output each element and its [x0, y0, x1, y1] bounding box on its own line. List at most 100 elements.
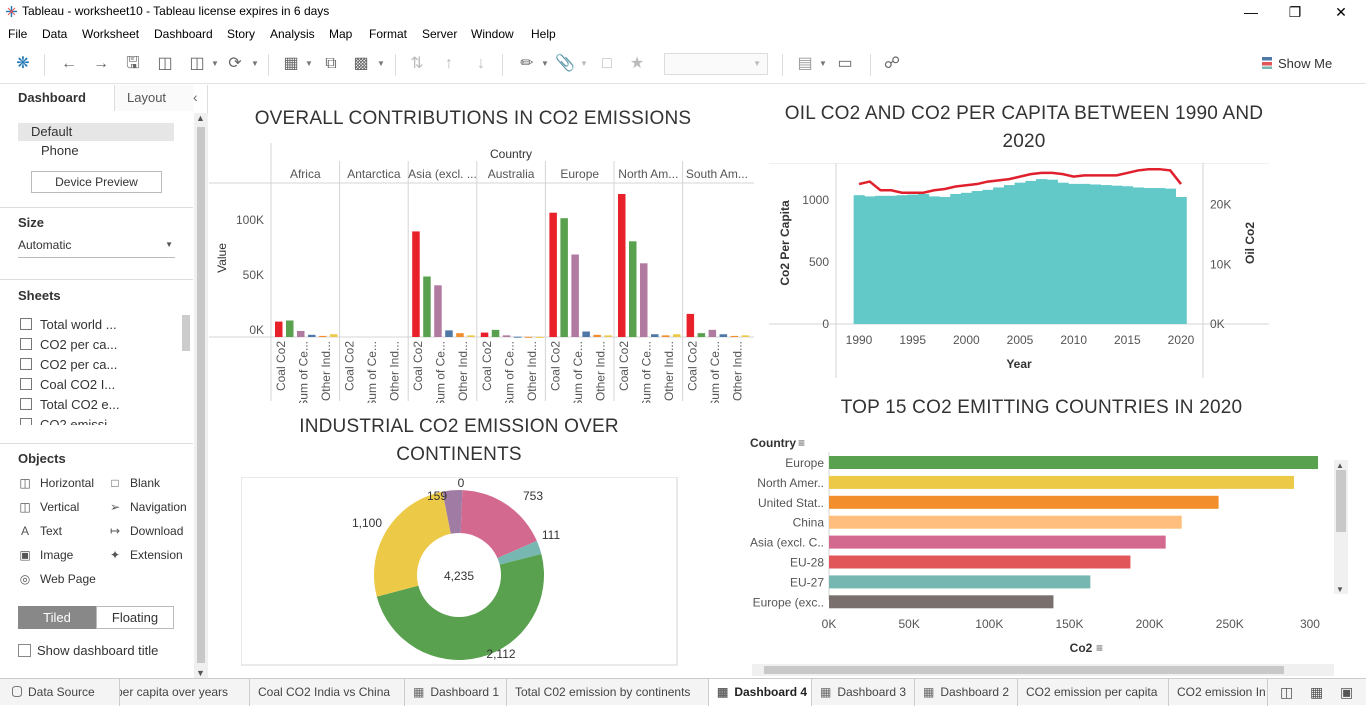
new-worksheet-icon[interactable]: ▦	[280, 54, 302, 74]
object-extension[interactable]: ✦ Extension	[108, 548, 183, 562]
object-download[interactable]: ↦ Download	[108, 524, 183, 538]
bar	[686, 313, 695, 337]
object-vertical[interactable]: ◫ Vertical	[18, 500, 79, 514]
sheet-item[interactable]: CO2 per ca...	[20, 337, 117, 352]
object-navigation[interactable]: ➢ Navigation	[108, 500, 187, 514]
pie-label: 2,112	[486, 647, 515, 661]
sheet-tab[interactable]: Total C02 emission by continents	[507, 679, 709, 706]
chevron-down-icon[interactable]: ▼	[819, 55, 827, 73]
menu-data[interactable]: Data	[42, 27, 67, 41]
sheet-tab[interactable]: per capita over years	[120, 679, 250, 706]
chart2-oil-co2[interactable]: Co2 Per Capita Oil Co2 Year 1990 1995 2000…	[769, 163, 1274, 380]
menu-worksheet[interactable]: Worksheet	[82, 27, 139, 41]
tab-dashboard[interactable]: Dashboard	[18, 85, 86, 111]
object-horizontal[interactable]: ◫ Horizontal	[18, 476, 94, 490]
menu-dashboard[interactable]: Dashboard	[154, 27, 213, 41]
bar	[719, 334, 728, 337]
show-title-option[interactable]: Show dashboard title	[18, 643, 158, 658]
tableau-home-icon[interactable]: ❋	[12, 54, 34, 74]
undo-icon[interactable]: ←	[58, 54, 80, 74]
tiled-button[interactable]: Tiled	[18, 606, 96, 629]
chart-type-icon[interactable]: ▤	[794, 54, 816, 74]
left-pane-scrollbar[interactable]: ▲ ▼	[194, 113, 208, 678]
show-me-button[interactable]: Show Me	[1262, 56, 1332, 71]
size-dropdown[interactable]: Automatic ▼	[18, 238, 175, 258]
collapse-pane-icon[interactable]: ‹	[193, 89, 198, 105]
close-icon[interactable]: ✕	[1318, 2, 1364, 22]
device-preview-button[interactable]: Device Preview	[31, 171, 162, 193]
chevron-down-icon[interactable]: ▼	[377, 55, 385, 73]
new-dashboard-icon[interactable]: ▦	[1310, 684, 1323, 701]
chart1-header: Country	[490, 147, 532, 161]
chart1-contributions[interactable]: Country Value 0K 50K 100K Africa Coal Co2 Su…	[209, 143, 754, 403]
chart3-title: INDUSTRIAL CO2 EMISSION OVER CONTINENTS	[299, 416, 619, 465]
chart3-industrial[interactable]: 753 111 2,112 1,100 159 0 4,235	[241, 477, 678, 677]
sheet-tab[interactable]: CO2 emission In	[1169, 679, 1268, 706]
highlight-icon[interactable]: ✏	[516, 54, 538, 74]
dashboard-tab-active[interactable]: ▦ Dashboard 4	[709, 679, 812, 706]
pin-icon[interactable]: ★	[626, 54, 648, 74]
sheet-item[interactable]: Coal CO2 I...	[20, 377, 115, 392]
object-web-page[interactable]: ◎ Web Page	[18, 572, 96, 586]
sheet-item[interactable]: Total CO2 e...	[20, 397, 119, 412]
object-image[interactable]: ▣ Image	[18, 548, 73, 562]
menu-help[interactable]: Help	[531, 27, 556, 41]
pause-updates-icon[interactable]: ◫	[186, 54, 208, 74]
oil-co2-bar	[907, 194, 919, 324]
dashboard-tab[interactable]: ▦ Dashboard 1	[405, 679, 507, 706]
floating-button[interactable]: Floating	[96, 606, 174, 629]
refresh-icon[interactable]: ⟳	[224, 54, 246, 74]
group-icon[interactable]: 📎	[554, 54, 576, 74]
chevron-down-icon[interactable]: ▼	[211, 55, 219, 73]
sheet-item[interactable]: CO2 emissi...	[20, 417, 118, 425]
sheets-scrollbar[interactable]	[182, 315, 190, 351]
dashboard-tab[interactable]: ▦ Dashboard 3	[812, 679, 915, 706]
menu-story[interactable]: Story	[227, 27, 255, 41]
oil-co2-bar	[1100, 185, 1112, 324]
menu-format[interactable]: Format	[369, 27, 407, 41]
text-icon: A	[20, 524, 29, 538]
presentation-mode-icon[interactable]: ▭	[834, 54, 856, 74]
chevron-down-icon[interactable]: ▼	[305, 55, 313, 73]
chevron-down-icon[interactable]: ▼	[580, 55, 588, 73]
show-title-checkbox[interactable]	[18, 644, 31, 657]
menu-window[interactable]: Window	[471, 27, 514, 41]
share-icon[interactable]: ☍	[881, 54, 903, 74]
redo-icon[interactable]: →	[90, 54, 112, 74]
sheet-item[interactable]: Total world ...	[20, 317, 117, 332]
data-source-tab[interactable]: Data Source	[0, 679, 120, 706]
minimize-icon[interactable]: —	[1228, 2, 1274, 22]
fit-dropdown[interactable]: ▼	[664, 53, 768, 75]
menu-analysis[interactable]: Analysis	[270, 27, 315, 41]
oil-co2-bar	[918, 194, 930, 324]
swap-icon[interactable]: ⇅	[406, 54, 428, 74]
restore-icon[interactable]: ❐	[1272, 2, 1318, 22]
sort-ascending-icon[interactable]: ↑	[438, 54, 460, 74]
chart4-top15[interactable]: Country ≡ Co2 ≡ Europe North Amer.. United…	[744, 430, 1366, 678]
new-story-icon[interactable]: ▣	[1340, 684, 1353, 701]
sort-icon[interactable]: ≡	[798, 436, 805, 450]
sheet-tab[interactable]: Coal CO2 India vs China	[250, 679, 405, 706]
duplicate-sheet-icon[interactable]: ⧉	[320, 54, 342, 74]
chevron-down-icon[interactable]: ▼	[541, 55, 549, 73]
sheet-icon	[20, 378, 32, 390]
menu-server[interactable]: Server	[422, 27, 457, 41]
object-blank[interactable]: □ Blank	[108, 476, 160, 490]
tab-layout[interactable]: Layout	[114, 85, 194, 111]
menu-map[interactable]: Map	[329, 27, 352, 41]
chevron-down-icon[interactable]: ▼	[251, 55, 259, 73]
new-data-source-icon[interactable]: ◫	[154, 54, 176, 74]
sort-descending-icon[interactable]: ↓	[470, 54, 492, 74]
save-icon[interactable]: 🖫	[122, 54, 144, 74]
new-worksheet-icon[interactable]: ◫	[1280, 684, 1293, 701]
sheet-tab[interactable]: CO2 emission per capita	[1018, 679, 1169, 706]
clear-sheet-icon[interactable]: ▩	[350, 54, 372, 74]
dashboard-tab[interactable]: ▦ Dashboard 2	[915, 679, 1018, 706]
menu-file[interactable]: File	[8, 27, 27, 41]
device-default[interactable]: Default	[18, 123, 174, 141]
object-text[interactable]: A Text	[18, 524, 62, 538]
sheet-item[interactable]: CO2 per ca...	[20, 357, 117, 372]
labels-icon[interactable]: □	[596, 54, 618, 74]
sort-icon[interactable]: ≡	[1096, 641, 1103, 655]
device-phone[interactable]: Phone	[41, 143, 79, 158]
